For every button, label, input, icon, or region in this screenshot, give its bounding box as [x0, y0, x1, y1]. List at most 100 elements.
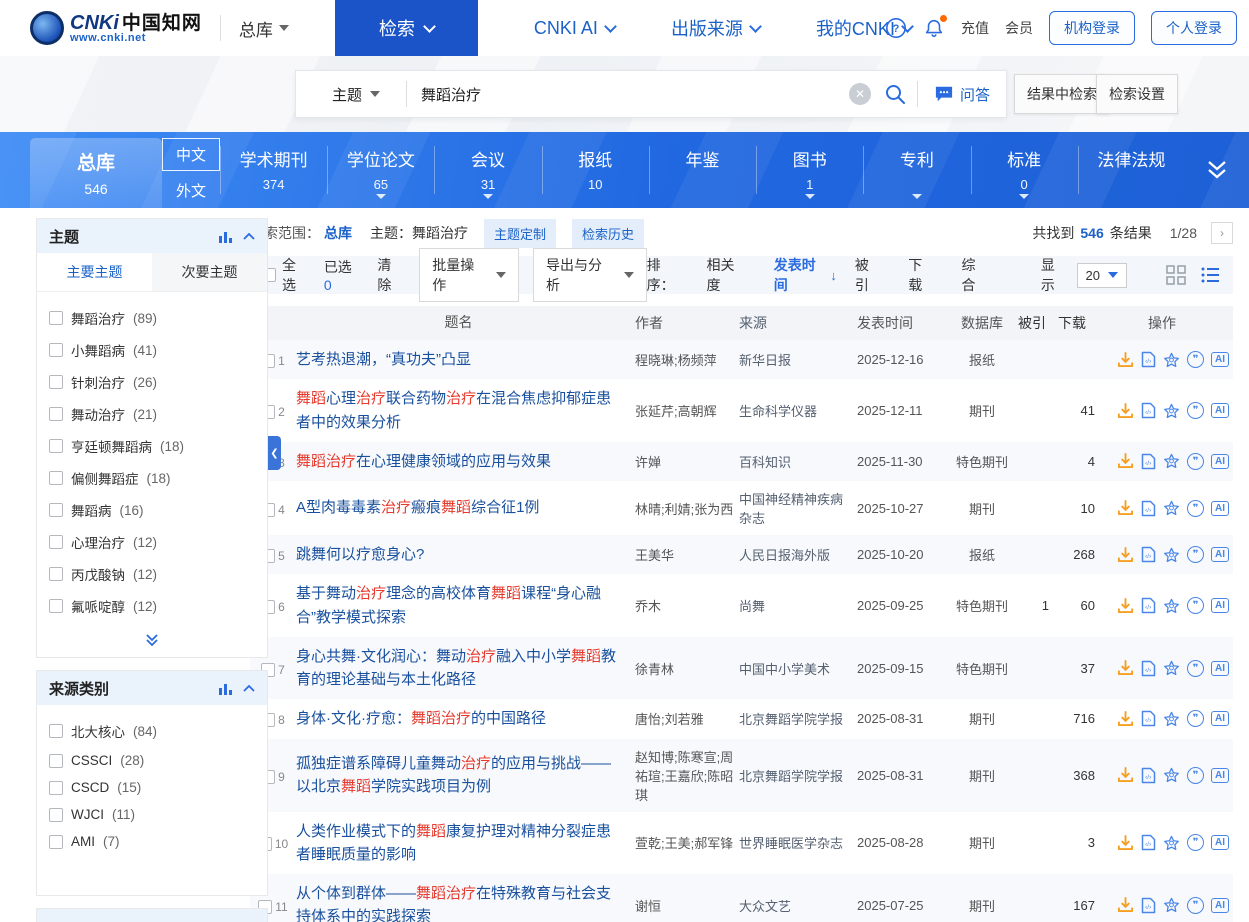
- checkbox[interactable]: [49, 343, 63, 357]
- more-databases-button[interactable]: [1185, 132, 1249, 208]
- help-icon[interactable]: ?: [885, 17, 907, 39]
- grid-view-icon[interactable]: [1165, 264, 1187, 286]
- scope-value[interactable]: 总库: [324, 223, 352, 243]
- sort-option[interactable]: 发表时间↓: [774, 255, 837, 295]
- ai-assistant-icon[interactable]: AI: [1211, 835, 1229, 850]
- search-input[interactable]: [407, 86, 849, 103]
- topic-filter-item[interactable]: 舞蹈病(16): [49, 494, 255, 526]
- ai-assistant-icon[interactable]: AI: [1211, 352, 1229, 367]
- db-category[interactable]: 会议 31: [434, 132, 541, 208]
- clear-search-icon[interactable]: ✕: [849, 83, 871, 105]
- cite-icon[interactable]: ❞: [1187, 546, 1204, 563]
- favorite-star-icon[interactable]: [1163, 767, 1180, 783]
- checkbox[interactable]: [49, 835, 63, 849]
- result-authors[interactable]: 徐青林: [635, 659, 739, 678]
- checkbox[interactable]: [49, 808, 63, 822]
- ai-assistant-icon[interactable]: AI: [1211, 403, 1229, 418]
- ai-assistant-icon[interactable]: AI: [1211, 598, 1229, 613]
- result-authors[interactable]: 程晓琳;杨频萍: [635, 350, 739, 369]
- download-icon[interactable]: [1117, 403, 1134, 419]
- sort-option[interactable]: 被引↓: [855, 255, 890, 295]
- result-title-link[interactable]: 跳舞何以疗愈身心?: [296, 543, 635, 566]
- result-source-link[interactable]: 生命科学仪器: [739, 401, 857, 420]
- source-filter-item[interactable]: CSSCI(28): [49, 747, 255, 774]
- bar-chart-icon[interactable]: [218, 682, 233, 695]
- cite-icon[interactable]: ❞: [1187, 834, 1204, 851]
- html-read-icon[interactable]: ‹/›: [1141, 897, 1156, 914]
- topic-customize-button[interactable]: 主题定制: [484, 219, 556, 248]
- qa-button[interactable]: 问答: [918, 84, 1006, 105]
- collapse-chevron-up-icon[interactable]: [243, 232, 255, 240]
- source-filter-item[interactable]: AMI(7): [49, 828, 255, 855]
- expand-more-topics-button[interactable]: [37, 628, 267, 657]
- tab-publications[interactable]: 出版来源: [671, 15, 760, 41]
- db-category[interactable]: 图书 1: [756, 132, 863, 208]
- checkbox[interactable]: [49, 567, 63, 581]
- favorite-star-icon[interactable]: [1163, 453, 1180, 469]
- clear-selection-button[interactable]: 清除: [377, 255, 405, 295]
- favorite-star-icon[interactable]: [1163, 352, 1180, 368]
- cite-icon[interactable]: ❞: [1187, 767, 1204, 784]
- download-icon[interactable]: [1117, 660, 1134, 676]
- topic-filter-item[interactable]: 针刺治疗(26): [49, 366, 255, 398]
- result-source-link[interactable]: 中国中小学美术: [739, 659, 857, 678]
- sort-option[interactable]: 综合↓: [962, 255, 997, 295]
- html-read-icon[interactable]: ‹/›: [1141, 500, 1156, 517]
- result-authors[interactable]: 萱乾;王美;郝军锋: [635, 833, 739, 852]
- db-category[interactable]: 年鉴: [649, 132, 756, 208]
- result-authors[interactable]: 赵知博;陈寒宣;周祐瑄;王嘉欣;陈昭琪: [635, 747, 739, 804]
- tab-total-library[interactable]: 总库 546: [30, 138, 162, 208]
- result-source-link[interactable]: 世界睡眠医学杂志: [739, 833, 857, 852]
- sort-option[interactable]: 下载↓: [908, 255, 943, 295]
- topic-filter-item[interactable]: 舞动治疗(21): [49, 398, 255, 430]
- cite-icon[interactable]: ❞: [1187, 500, 1204, 517]
- result-title-link[interactable]: 舞蹈心理治疗联合药物治疗在混合焦虑抑郁症患者中的效果分析: [296, 387, 635, 434]
- tab-main-topics[interactable]: 主要主题: [37, 253, 152, 291]
- html-read-icon[interactable]: ‹/›: [1141, 660, 1156, 677]
- topic-filter-item[interactable]: 舞蹈治疗(89): [49, 302, 255, 334]
- result-title-link[interactable]: 从个体到群体——舞蹈治疗在特殊教育与社会支持体系中的实践探索: [296, 882, 635, 922]
- result-title-link[interactable]: 身心共舞·文化润心：舞动治疗融入中小学舞蹈教育的理论基础与本土化路径: [296, 645, 635, 692]
- html-read-icon[interactable]: ‹/›: [1141, 546, 1156, 563]
- result-source-link[interactable]: 中国神经精神疾病杂志: [739, 489, 857, 527]
- result-authors[interactable]: 林晴;利婧;张为西: [635, 499, 739, 518]
- result-authors[interactable]: 许婵: [635, 452, 739, 471]
- favorite-star-icon[interactable]: [1163, 598, 1180, 614]
- cite-icon[interactable]: ❞: [1187, 453, 1204, 470]
- subject-panel[interactable]: 学科: [36, 908, 268, 922]
- sidebar-collapse-handle[interactable]: ❮: [268, 436, 281, 470]
- search-settings-button[interactable]: 检索设置: [1096, 74, 1178, 114]
- cite-icon[interactable]: ❞: [1187, 597, 1204, 614]
- favorite-star-icon[interactable]: [1163, 835, 1180, 851]
- ai-assistant-icon[interactable]: AI: [1211, 711, 1229, 726]
- result-title-link[interactable]: 孤独症谱系障碍儿童舞动治疗的应用与挑战——以北京舞蹈学院实践项目为例: [296, 752, 635, 799]
- checkbox[interactable]: [49, 599, 63, 613]
- result-authors[interactable]: 谢恒: [635, 896, 739, 915]
- library-menu[interactable]: 总库: [239, 16, 289, 41]
- page-size-select[interactable]: 20: [1077, 263, 1127, 288]
- topic-filter-item[interactable]: 小舞蹈病(41): [49, 334, 255, 366]
- favorite-star-icon[interactable]: [1163, 897, 1180, 913]
- ai-assistant-icon[interactable]: AI: [1211, 898, 1229, 913]
- ai-assistant-icon[interactable]: AI: [1211, 454, 1229, 469]
- result-title-link[interactable]: 人类作业模式下的舞蹈康复护理对精神分裂症患者睡眠质量的影响: [296, 820, 635, 867]
- download-icon[interactable]: [1117, 897, 1134, 913]
- db-category[interactable]: 学术期刊 374: [220, 132, 327, 208]
- cite-icon[interactable]: ❞: [1187, 710, 1204, 727]
- sort-option[interactable]: 相关度↓: [706, 255, 755, 295]
- topic-filter-item[interactable]: 氟哌啶醇(12): [49, 590, 255, 622]
- result-title-link[interactable]: 舞蹈治疗在心理健康领域的应用与效果: [296, 450, 635, 473]
- result-source-link[interactable]: 人民日报海外版: [739, 545, 857, 564]
- checkbox[interactable]: [49, 535, 63, 549]
- cite-icon[interactable]: ❞: [1187, 351, 1204, 368]
- result-title-link[interactable]: A型肉毒毒素治疗瘢痕舞蹈综合征1例: [296, 496, 635, 519]
- ai-assistant-icon[interactable]: AI: [1211, 501, 1229, 516]
- bar-chart-icon[interactable]: [218, 230, 233, 243]
- html-read-icon[interactable]: ‹/›: [1141, 351, 1156, 368]
- favorite-star-icon[interactable]: [1163, 403, 1180, 419]
- notification-bell-icon[interactable]: [923, 17, 945, 39]
- ai-assistant-icon[interactable]: AI: [1211, 547, 1229, 562]
- result-source-link[interactable]: 新华日报: [739, 350, 857, 369]
- cnki-logo[interactable]: CNKi中国知网 www.cnki.net: [30, 11, 202, 45]
- download-icon[interactable]: [1117, 835, 1134, 851]
